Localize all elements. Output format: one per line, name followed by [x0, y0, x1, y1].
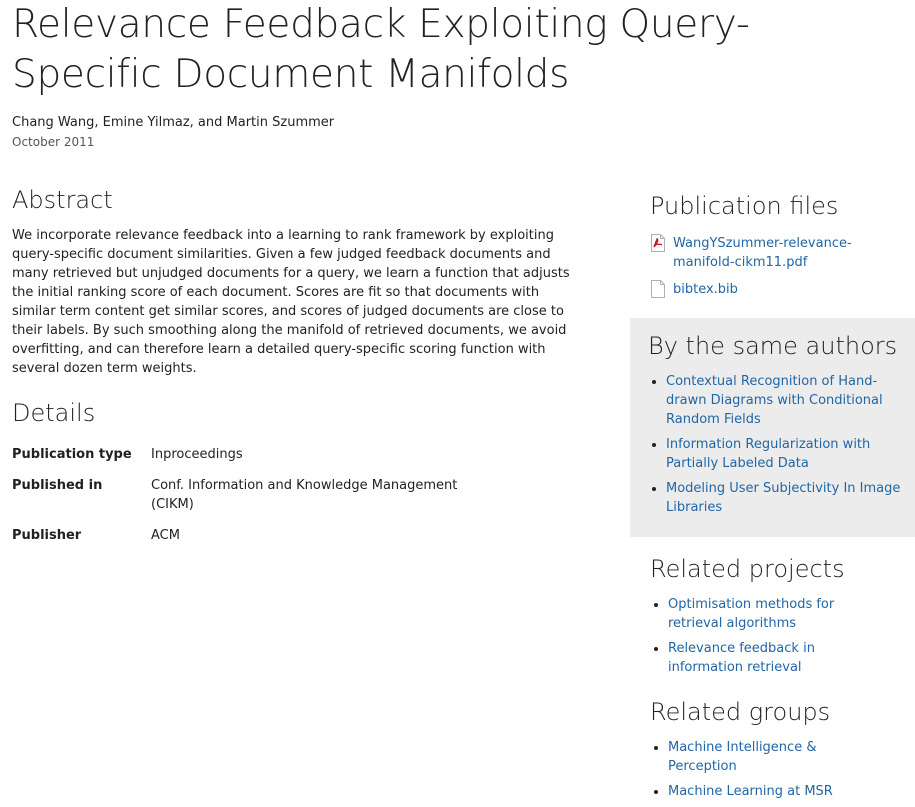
details-value: Conf. Information and Knowledge Manageme… — [151, 478, 458, 512]
details-heading: Details — [12, 399, 96, 427]
details-label: Published in — [12, 478, 103, 493]
same-authors-link[interactable]: Modeling User Subjectivity In Image Libr… — [666, 481, 900, 515]
related-project-link[interactable]: Relevance feedback in information retrie… — [668, 641, 815, 675]
same-authors-link[interactable]: Information Regularization with Partiall… — [666, 437, 870, 471]
abstract-heading: Abstract — [12, 186, 113, 214]
file-item-pdf[interactable]: WangYSzummer-relevance-manifold-cikm11.p… — [650, 234, 890, 272]
related-projects-list: Optimisation methods for retrieval algor… — [650, 595, 868, 683]
pdf-file-icon — [650, 234, 666, 252]
details-row-published-in: Published in Conf. Information and Knowl… — [12, 476, 481, 514]
related-group-link[interactable]: Machine Learning at MSR — [668, 784, 833, 799]
list-item: Contextual Recognition of Hand-drawn Dia… — [666, 372, 915, 429]
list-item: Modeling User Subjectivity In Image Libr… — [666, 479, 915, 517]
list-item: Optimisation methods for retrieval algor… — [668, 595, 868, 633]
bibtex-file-link[interactable]: bibtex.bib — [673, 280, 873, 299]
publication-date: October 2011 — [12, 135, 95, 149]
list-item: Machine Learning at MSR — [668, 782, 868, 801]
same-authors-heading: By the same authors — [648, 332, 898, 360]
details-value: ACM — [151, 528, 180, 543]
list-item: Information Regularization with Partiall… — [666, 435, 915, 473]
same-authors-link[interactable]: Contextual Recognition of Hand-drawn Dia… — [666, 374, 883, 427]
authors: Chang Wang, Emine Yilmaz, and Martin Szu… — [12, 115, 335, 130]
text-file-icon — [650, 280, 666, 298]
publication-files-list: WangYSzummer-relevance-manifold-cikm11.p… — [650, 234, 890, 307]
list-item: Machine Intelligence & Perception — [668, 738, 868, 776]
page-title: Relevance Feedback Exploiting Query-Spec… — [12, 2, 750, 97]
details-table: Publication type Inproceedings Published… — [12, 445, 481, 557]
related-groups-heading: Related groups — [650, 698, 831, 726]
related-group-link[interactable]: Machine Intelligence & Perception — [668, 740, 816, 774]
publication-files-heading: Publication files — [650, 192, 839, 220]
details-label: Publication type — [12, 447, 132, 462]
file-item-bibtex[interactable]: bibtex.bib — [650, 280, 890, 299]
pdf-file-link[interactable]: WangYSzummer-relevance-manifold-cikm11.p… — [673, 234, 873, 272]
details-label: Publisher — [12, 528, 82, 543]
details-value: Inproceedings — [151, 447, 243, 462]
details-row-publication-type: Publication type Inproceedings — [12, 445, 481, 464]
details-row-publisher: Publisher ACM — [12, 526, 481, 545]
same-authors-list: Contextual Recognition of Hand-drawn Dia… — [648, 372, 915, 523]
related-project-link[interactable]: Optimisation methods for retrieval algor… — [668, 597, 834, 631]
abstract-text: We incorporate relevance feedback into a… — [12, 228, 570, 376]
list-item: Relevance feedback in information retrie… — [668, 639, 868, 677]
related-groups-list: Machine Intelligence & Perception Machin… — [650, 738, 868, 807]
same-authors-panel: By the same authors Contextual Recogniti… — [630, 318, 915, 537]
related-projects-heading: Related projects — [650, 555, 845, 583]
